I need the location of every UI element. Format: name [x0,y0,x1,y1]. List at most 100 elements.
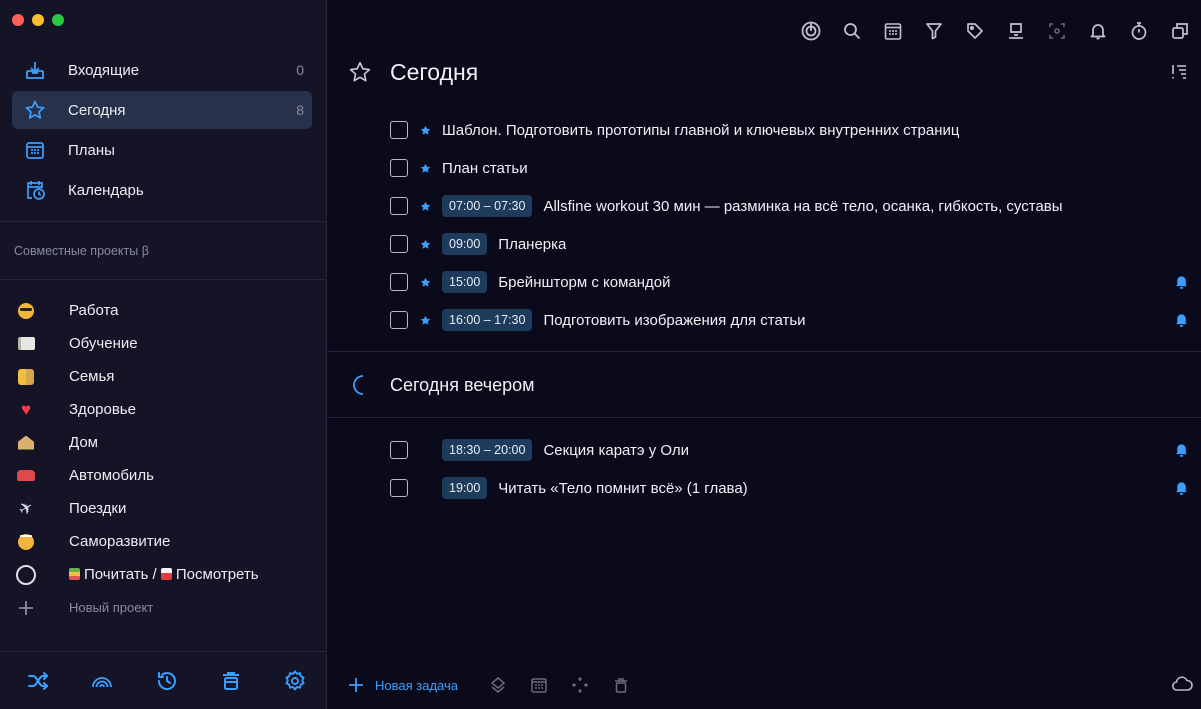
moon-icon [348,373,372,397]
task-checkbox[interactable] [390,159,408,177]
move-icon[interactable] [1005,20,1027,42]
section-divider [328,417,1201,418]
task-row[interactable]: 16:00 – 17:30 Подготовить изображения для… [390,301,1190,339]
focus-icon[interactable] [800,20,822,42]
task-time-badge: 15:00 [442,271,488,293]
bell-icon[interactable] [1087,20,1109,42]
sort-icon[interactable] [1169,62,1189,82]
task-time-badge: 09:00 [442,233,488,255]
task-checkbox[interactable] [390,121,408,139]
task-title: Брейншторм с командой [498,273,671,291]
task-title: Планерка [498,235,567,253]
task-checkbox[interactable] [390,311,408,329]
task-row[interactable]: План статьи [390,149,1190,187]
scan-icon[interactable] [1046,20,1068,42]
sidebar-item-plans[interactable]: Планы [12,131,312,169]
project-label: Дом [69,434,98,451]
tag-icon[interactable] [964,20,986,42]
move-arrows-icon[interactable] [570,675,590,695]
sidebar-item-count: 8 [296,102,304,118]
project-item-home[interactable]: Дом [16,426,312,459]
star-icon [24,99,46,121]
minimize-window-button[interactable] [32,14,44,26]
filter-icon[interactable] [923,20,945,42]
plus-icon [16,598,36,618]
star-icon [420,200,431,212]
task-checkbox[interactable] [390,441,408,459]
task-row[interactable]: 09:00 Планерка [390,225,1190,263]
new-task-button[interactable]: Новая задача [348,677,458,693]
search-icon[interactable] [841,20,863,42]
timer-icon[interactable] [1128,20,1150,42]
project-item-car[interactable]: Автомобиль [16,459,312,492]
project-item-health[interactable]: ♥ Здоровье [16,393,312,426]
task-title: Читать «Тело помнит всё» (1 глава) [498,479,748,497]
task-checkbox[interactable] [390,197,408,215]
close-window-button[interactable] [12,14,24,26]
reminder-bell-icon[interactable] [1173,273,1190,290]
star-icon [420,314,431,326]
bottom-toolbar: Новая задача [348,675,652,695]
task-row[interactable]: 19:00 Читать «Тело помнит всё» (1 глава) [390,469,1190,507]
sidebar-divider [0,279,327,280]
sidebar-divider [0,221,327,222]
book-emoji-icon [16,334,36,354]
project-item-family[interactable]: Семья [16,360,312,393]
project-label: Почитать / Посмотреть [69,566,281,583]
task-checkbox[interactable] [390,273,408,291]
evening-header: Сегодня вечером [348,370,535,400]
project-item-work[interactable]: Работа [16,294,312,327]
task-row[interactable]: 15:00 Брейншторм с командой [390,263,1190,301]
layers-icon[interactable] [488,675,508,695]
sidebar-item-calendar[interactable]: Календарь [12,171,312,209]
task-row[interactable]: Шаблон. Подготовить прототипы главной и … [390,111,1190,149]
calendar-icon[interactable] [529,675,549,695]
trash-icon[interactable] [219,669,243,693]
task-row[interactable]: 18:30 – 20:00 Секция каратэ у Оли [390,431,1190,469]
reminder-bell-icon[interactable] [1173,441,1190,458]
new-project-button[interactable]: Новый проект [16,591,312,624]
project-label: Обучение [69,335,138,352]
section-divider [328,351,1201,352]
sidebar-item-label: Календарь [68,181,144,199]
sidebar-item-today[interactable]: Сегодня 8 [12,91,312,129]
rainbow-icon[interactable] [90,669,114,693]
sunglasses-emoji-icon [16,301,36,321]
ring-icon [16,564,36,585]
task-title: План статьи [442,159,528,177]
task-checkbox[interactable] [390,479,408,497]
history-icon[interactable] [155,669,179,693]
star-icon [420,276,431,288]
reminder-bell-icon[interactable] [1173,311,1190,328]
window-controls [12,14,64,26]
star-icon [420,238,431,250]
calendar-grid-icon [24,139,46,161]
evening-task-list: 18:30 – 20:00 Секция каратэ у Оли 19:00 Чит… [390,431,1190,507]
shuffle-icon[interactable] [26,669,50,693]
sidebar-item-label: Планы [68,141,115,159]
trash-icon[interactable] [611,675,631,695]
zoom-window-button[interactable] [52,14,64,26]
task-title: Подготовить изображения для статьи [543,311,806,329]
car-emoji-icon [16,466,36,486]
sidebar-nav: Входящие 0 Сегодня 8 Планы Календарь [12,51,312,211]
main-panel: Сегодня Шаблон. Подготовить прототипы гл… [328,0,1201,709]
cloud-sync-icon[interactable] [1171,675,1193,693]
task-checkbox[interactable] [390,235,408,253]
task-time-badge: 16:00 – 17:30 [442,309,533,331]
project-item-trips[interactable]: ✈ Поездки [15,492,312,525]
sidebar-item-inbox[interactable]: Входящие 0 [12,51,312,89]
reminder-bell-icon[interactable] [1173,479,1190,496]
inbox-icon [24,59,46,81]
calendar-icon[interactable] [882,20,904,42]
copy-icon[interactable] [1169,20,1191,42]
task-time-badge: 07:00 – 07:30 [442,195,533,217]
task-row[interactable]: 07:00 – 07:30 Allsfine workout 30 мин — р… [390,187,1190,225]
settings-icon[interactable] [283,669,307,693]
project-item-self-development[interactable]: Саморазвитие [16,525,312,558]
project-item-study[interactable]: Обучение [16,327,312,360]
project-item-read-watch[interactable]: Почитать / Посмотреть [16,558,312,591]
section-title: Сегодня вечером [390,374,535,395]
top-toolbar [800,20,1191,42]
new-project-label: Новый проект [69,600,154,615]
